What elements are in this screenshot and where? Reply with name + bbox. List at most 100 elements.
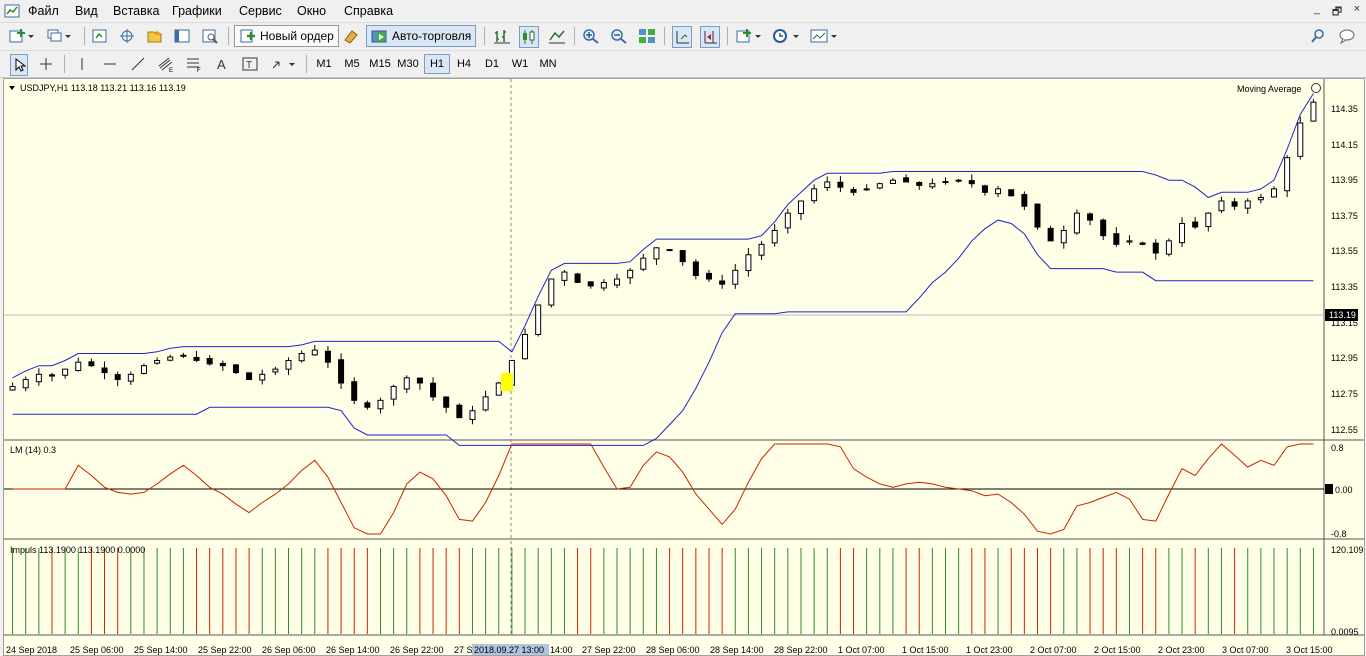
- crosshair-button[interactable]: [38, 54, 54, 74]
- bar-chart-button[interactable]: [493, 26, 511, 46]
- auto-scroll-button[interactable]: [672, 26, 692, 48]
- timeframe-m5[interactable]: M5: [340, 55, 364, 73]
- horizontal-line-button[interactable]: [102, 54, 118, 74]
- candle-body: [1034, 203, 1041, 228]
- lm-zero-tag: [1325, 484, 1333, 494]
- lm-scale-label: -0.8: [1331, 529, 1347, 539]
- indicators-button[interactable]: [735, 26, 763, 46]
- trendline-button[interactable]: [130, 54, 146, 74]
- zoom-out-button[interactable]: [610, 26, 628, 46]
- candle-body: [561, 271, 568, 281]
- time-label: 1 Oct 15:00: [902, 645, 949, 655]
- text-label-button[interactable]: T: [242, 54, 258, 74]
- templates-button[interactable]: [809, 26, 839, 46]
- chart-window[interactable]: USDJPY,H1 113.18 113.21 113.16 113.19 Mo…: [3, 78, 1365, 656]
- candle-body: [1139, 242, 1146, 245]
- candle-body: [1257, 197, 1264, 201]
- menu-insert[interactable]: Вставка: [113, 4, 159, 18]
- zoom-in-button[interactable]: [582, 26, 600, 46]
- menu-window[interactable]: Окно: [297, 4, 326, 18]
- terminal-button[interactable]: [173, 26, 191, 46]
- line-chart-icon: [549, 30, 565, 44]
- fibonacci-button[interactable]: F: [185, 54, 203, 74]
- price-label: 113.75: [1331, 211, 1358, 221]
- candle-body: [653, 247, 660, 260]
- indicators-icon: [736, 29, 761, 43]
- time-label: 28 Sep 22:00: [774, 645, 828, 655]
- timeframe-m1[interactable]: M1: [312, 55, 336, 73]
- timeframe-m30[interactable]: M30: [396, 55, 420, 73]
- channel-lower-line: [12, 219, 1314, 446]
- metaeditor-button[interactable]: [342, 26, 360, 46]
- candle-body: [981, 185, 988, 193]
- menu-help[interactable]: Справка: [344, 4, 393, 18]
- clock-icon: [773, 29, 799, 43]
- new-order-button[interactable]: Новый ордер: [234, 25, 339, 47]
- restore-button[interactable]: 🗗: [1328, 3, 1346, 19]
- crosshair-time-label: 2018.09.27 13:00: [474, 645, 544, 655]
- candlestick-chart-button[interactable]: [519, 26, 539, 48]
- candle-body: [416, 377, 423, 384]
- timeframe-m15[interactable]: M15: [368, 55, 392, 73]
- price-label: 112.95: [1331, 353, 1358, 363]
- equidistant-channel-button[interactable]: E: [157, 54, 175, 74]
- minimize-button[interactable]: _: [1308, 3, 1326, 19]
- symbol-dropdown-icon[interactable]: [9, 86, 15, 90]
- indicator-close-icon[interactable]: [1311, 83, 1321, 93]
- candle-body: [22, 379, 29, 389]
- candle-body: [522, 333, 529, 360]
- candle-body: [548, 278, 555, 306]
- candle-body: [9, 385, 16, 391]
- candle-body: [535, 304, 542, 335]
- timeframe-w1[interactable]: W1: [508, 55, 532, 73]
- strategy-tester-button[interactable]: [201, 26, 219, 46]
- arrows-button[interactable]: [270, 54, 298, 74]
- periodicity-button[interactable]: [771, 26, 801, 46]
- new-order-label: Новый ордер: [260, 29, 334, 43]
- profiles-button[interactable]: [46, 26, 72, 46]
- close-button[interactable]: ×: [1348, 3, 1366, 19]
- line-chart-button[interactable]: [548, 26, 566, 46]
- auto-trading-button[interactable]: Авто-торговля: [366, 25, 477, 47]
- cursor-button[interactable]: [10, 54, 28, 76]
- candle-body: [88, 361, 95, 367]
- separator: [484, 27, 485, 45]
- candle-body: [968, 180, 975, 185]
- time-label: 25 Sep 06:00: [70, 645, 124, 655]
- candle-body: [1100, 219, 1107, 237]
- vertical-line-button[interactable]: [74, 54, 90, 74]
- search-button[interactable]: [1310, 26, 1326, 46]
- chart-canvas[interactable]: USDJPY,H1 113.18 113.21 113.16 113.19 Mo…: [4, 79, 1364, 655]
- timeframe-h4[interactable]: H4: [452, 55, 476, 73]
- tile-windows-button[interactable]: [638, 26, 656, 46]
- timeframe-d1[interactable]: D1: [480, 55, 504, 73]
- timeframe-mn[interactable]: MN: [536, 55, 560, 73]
- menu-view[interactable]: Вид: [75, 4, 98, 18]
- chart-header: USDJPY,H1 113.18 113.21 113.16 113.19: [20, 83, 186, 93]
- candle-body: [114, 374, 121, 381]
- time-label: 2 Oct 07:00: [1030, 645, 1077, 655]
- chart-shift-button[interactable]: [700, 26, 720, 48]
- candle-body: [403, 377, 410, 390]
- market-watch-button[interactable]: [91, 26, 109, 46]
- data-window-button[interactable]: [118, 26, 136, 46]
- menu-tools[interactable]: Сервис: [239, 4, 282, 18]
- menu-charts[interactable]: Графики: [172, 4, 222, 18]
- candle-body: [955, 179, 962, 182]
- chat-button[interactable]: [1338, 26, 1356, 46]
- menu-file[interactable]: Файл: [28, 4, 59, 18]
- candle-body: [1271, 188, 1278, 198]
- candle-body: [272, 368, 279, 373]
- candle-body: [469, 410, 476, 420]
- candle-body: [62, 368, 69, 376]
- price-label: 113.95: [1331, 175, 1358, 185]
- candle-body: [863, 188, 870, 191]
- timeframe-h1[interactable]: H1: [424, 54, 450, 74]
- candle-body: [627, 269, 634, 279]
- navigator-button[interactable]: [145, 26, 163, 46]
- text-button[interactable]: A: [215, 54, 229, 74]
- new-chart-button[interactable]: [8, 26, 34, 46]
- candle-body: [232, 364, 239, 374]
- candle-body: [797, 200, 804, 214]
- candle-body: [679, 250, 686, 263]
